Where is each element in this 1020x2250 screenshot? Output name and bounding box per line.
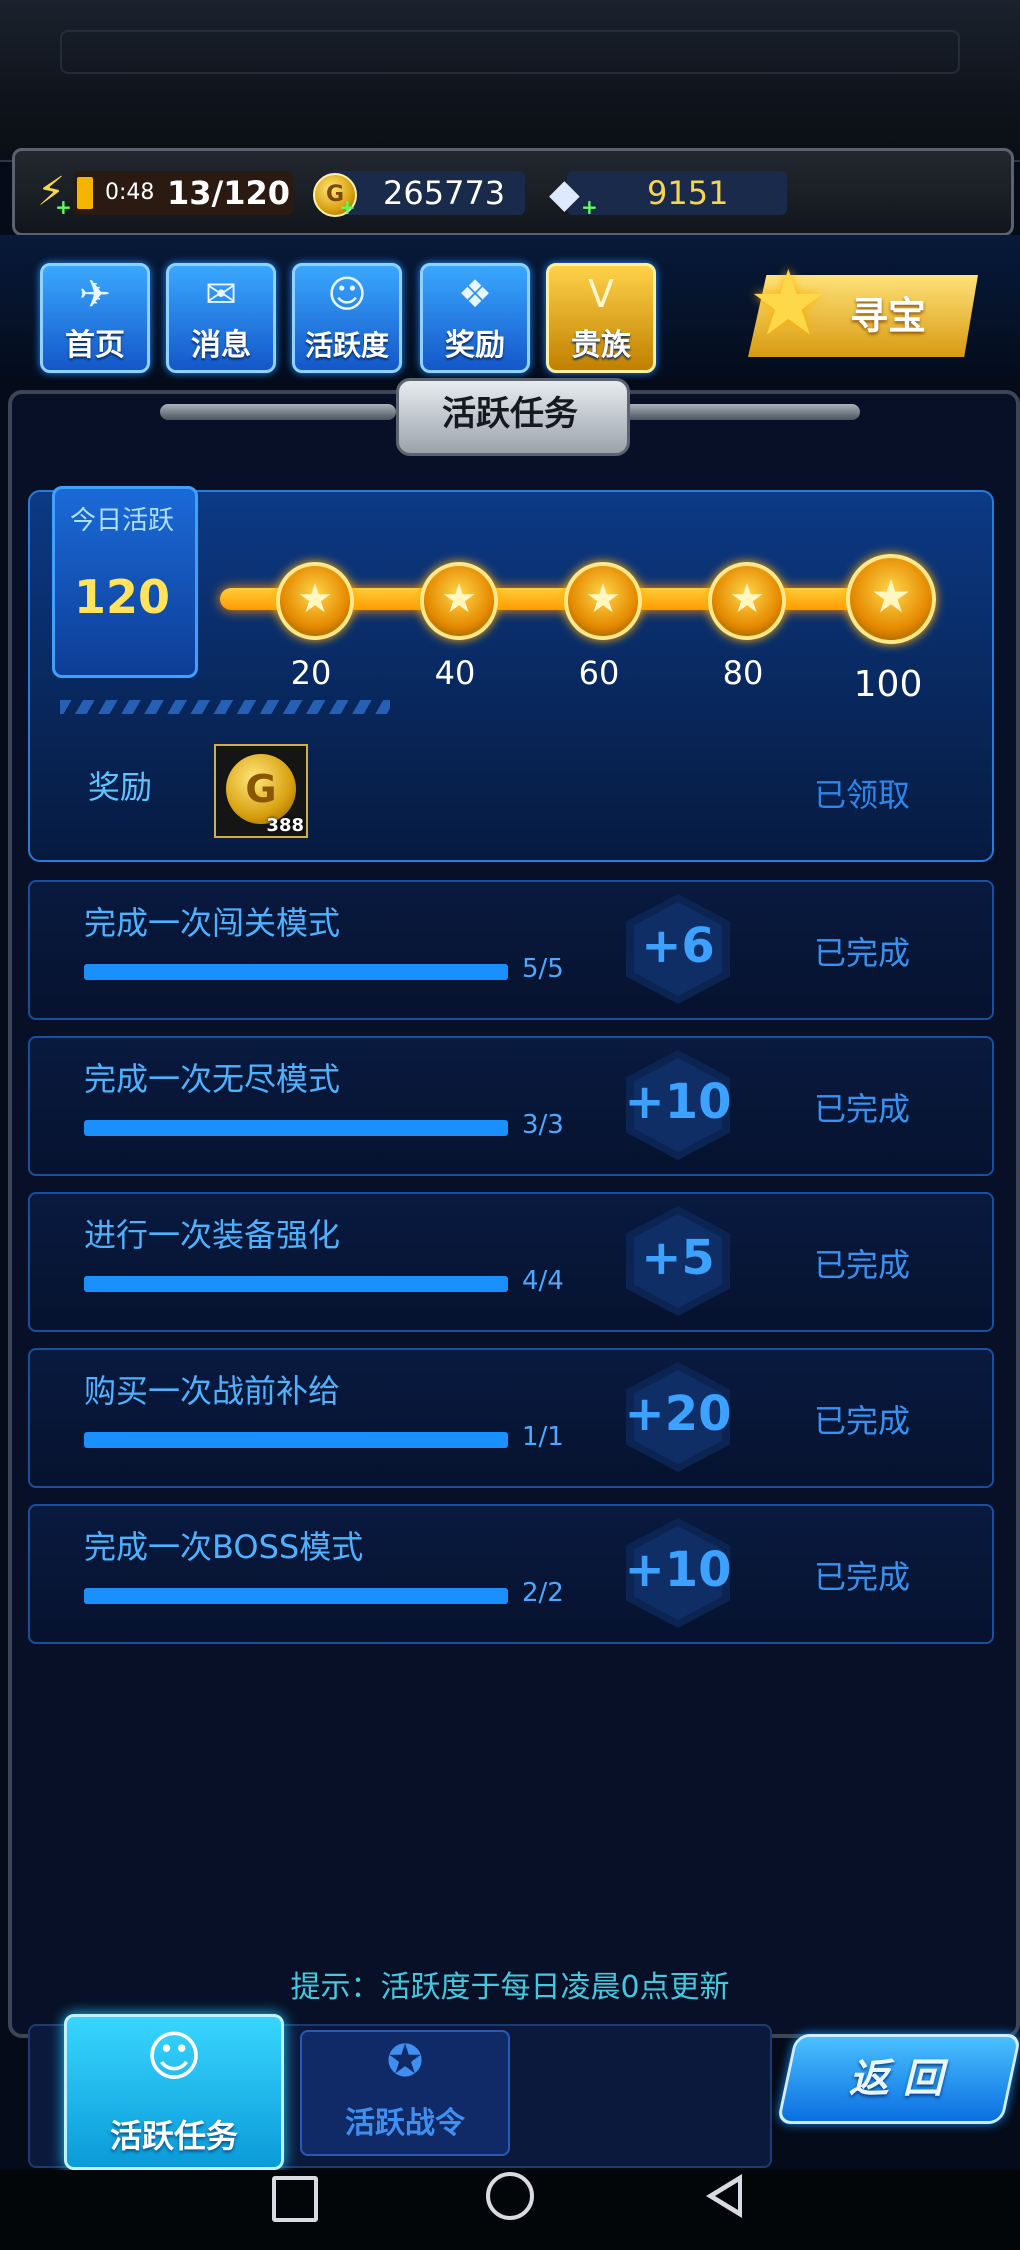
energy-value: 13/120: [167, 174, 291, 212]
gold-coin-icon: G: [226, 754, 296, 824]
task-points: +10: [624, 1542, 732, 1598]
task-points: +5: [641, 1230, 715, 1286]
reward-status: 已领取: [814, 776, 911, 814]
milestone-label: 40: [434, 654, 476, 692]
milestone-star-icon[interactable]: ★: [564, 562, 642, 640]
tab-label: 活跃战令: [345, 2106, 465, 2141]
task-status: 已完成: [814, 1246, 911, 1284]
home-icon[interactable]: [486, 2172, 534, 2220]
tab-active-tasks[interactable]: ☺ 活跃任务: [64, 2014, 284, 2170]
task-name: 完成一次无尽模式: [84, 1060, 341, 1098]
hint-text: 提示：活跃度于每日凌晨0点更新: [290, 1970, 730, 2005]
nav-messages-button[interactable]: ✉ 消息: [166, 263, 276, 373]
nav-label: 贵族: [571, 328, 631, 363]
gem-add-icon[interactable]: +: [581, 195, 598, 219]
task-name: 购买一次战前补给: [84, 1372, 341, 1410]
milestone-star-icon[interactable]: ★: [276, 562, 354, 640]
shield-star-icon: ✪: [386, 2036, 424, 2087]
energy-add-icon[interactable]: +: [55, 195, 72, 219]
title-rail-right: [624, 404, 860, 420]
milestone-label: 60: [578, 654, 620, 692]
task-name: 完成一次BOSS模式: [84, 1528, 364, 1566]
nav-home-button[interactable]: ✈ 首页: [40, 263, 150, 373]
task-status: 已完成: [814, 1402, 911, 1440]
panel-title: 活跃任务: [442, 394, 578, 434]
today-activity-label: 今日活跃: [69, 506, 174, 536]
task-progress: 4/4: [522, 1266, 564, 1296]
back-button-label: 返 回: [849, 2056, 943, 2102]
tab-label: 活跃任务: [109, 2117, 238, 2155]
golden-jet-icon: ★: [748, 251, 829, 356]
smile-badge-icon: ☺: [327, 272, 367, 316]
top-nav: ✈ 首页 ✉ 消息 ☺ 活跃度 ❖ 奖励 V 贵族 ★ 寻宝: [0, 235, 1020, 380]
fighter-jet-icon: ✈: [79, 272, 111, 316]
task-progress: 1/1: [522, 1422, 564, 1452]
nav-activity-button[interactable]: ☺ 活跃度: [292, 263, 402, 373]
task-progress-bar: [84, 1120, 508, 1136]
today-activity-value: 120: [73, 570, 171, 624]
milestone-label: 100: [853, 664, 923, 705]
title-rail-left: [160, 404, 396, 420]
reward-coin-item[interactable]: G 388: [214, 744, 308, 838]
task-progress: 3/3: [522, 1110, 564, 1140]
milestone-label: 80: [722, 654, 764, 692]
tab-battle-pass[interactable]: ✪ 活跃战令: [300, 2030, 510, 2156]
task-status: 已完成: [814, 934, 911, 972]
milestone-star-icon[interactable]: ★: [708, 562, 786, 640]
milestone-label: 20: [290, 654, 332, 692]
energy-timer: 0:48: [105, 180, 155, 205]
nav-vip-button[interactable]: V 贵族: [546, 263, 656, 373]
nav-rewards-button[interactable]: ❖ 奖励: [420, 263, 530, 373]
task-status: 已完成: [814, 1090, 911, 1128]
milestone-star-icon[interactable]: ★: [846, 554, 936, 644]
reward-amount: 388: [266, 815, 304, 836]
task-progress-bar: [84, 1588, 508, 1604]
task-progress-bar: [84, 964, 508, 980]
task-progress-bar: [84, 1276, 508, 1292]
mail-icon: ✉: [205, 272, 237, 316]
task-status: 已完成: [814, 1558, 911, 1596]
gem-value: 9151: [647, 174, 729, 212]
task-points: +20: [624, 1386, 732, 1442]
reward-label: 奖励: [88, 768, 153, 806]
gold-value: 265773: [383, 174, 506, 212]
task-points: +10: [624, 1074, 732, 1130]
gold-add-icon[interactable]: +: [339, 195, 356, 219]
milestone-star-icon[interactable]: ★: [420, 562, 498, 640]
decorative-stripe: [60, 700, 390, 714]
task-name: 进行一次装备强化: [84, 1216, 341, 1254]
task-progress-bar: [84, 1432, 508, 1448]
energy-timer-bg: [77, 177, 93, 209]
treasure-label: 寻宝: [850, 294, 927, 338]
recent-apps-icon[interactable]: [272, 2176, 318, 2222]
task-progress: 5/5: [522, 954, 564, 984]
nav-label: 消息: [191, 328, 251, 363]
task-points: +6: [641, 918, 715, 974]
task-name: 完成一次闯关模式: [84, 904, 341, 942]
top-frame: [0, 0, 1020, 162]
nav-label: 首页: [65, 328, 125, 363]
diamond-icon[interactable]: ◆: [549, 171, 580, 217]
smile-badge-icon: ☺: [145, 2025, 203, 2088]
gift-icon: ❖: [457, 272, 493, 316]
resource-bar: ⚡ + 0:48 13/120 G + 265773 ◆ + 9151: [12, 148, 1014, 236]
vip-icon: V: [588, 272, 614, 316]
back-triangle-inner: [715, 2182, 738, 2210]
task-progress: 2/2: [522, 1578, 564, 1608]
nav-label: 活跃度: [304, 329, 389, 362]
nav-label: 奖励: [445, 328, 505, 363]
